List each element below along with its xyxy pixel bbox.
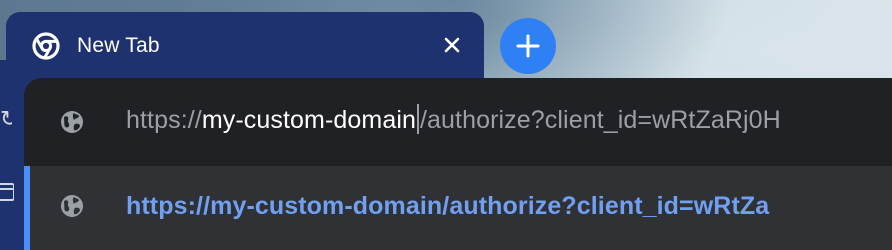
globe-icon [58,192,86,220]
tab-new-tab[interactable]: New Tab [6,12,484,80]
globe-icon [58,108,86,136]
chrome-icon [32,32,60,60]
omnibox-input[interactable]: https://my-custom-domain/authorize?clien… [24,78,892,166]
omnibox-dropdown: https://my-custom-domain/authorize?clien… [24,78,892,250]
url-autocomplete: /authorize?client_id=wRtZaRj0H [420,106,781,134]
url-scheme: https:// [126,106,202,134]
suggestion-url: https://my-custom-domain/authorize?clien… [126,192,770,220]
new-tab-button[interactable] [500,18,556,74]
side-panel-icon[interactable] [0,182,14,204]
selection-indicator [24,166,30,250]
close-icon[interactable] [442,35,462,55]
tab-title: New Tab [77,34,160,57]
url-host: my-custom-domain [201,106,416,134]
omnibox-url[interactable]: https://my-custom-domain/authorize?clien… [126,104,781,135]
suggestion-item[interactable]: https://my-custom-domain/authorize?clien… [24,166,892,250]
reload-icon[interactable]: ↻ [0,108,12,132]
plus-icon [516,34,540,58]
text-caret [417,104,419,134]
